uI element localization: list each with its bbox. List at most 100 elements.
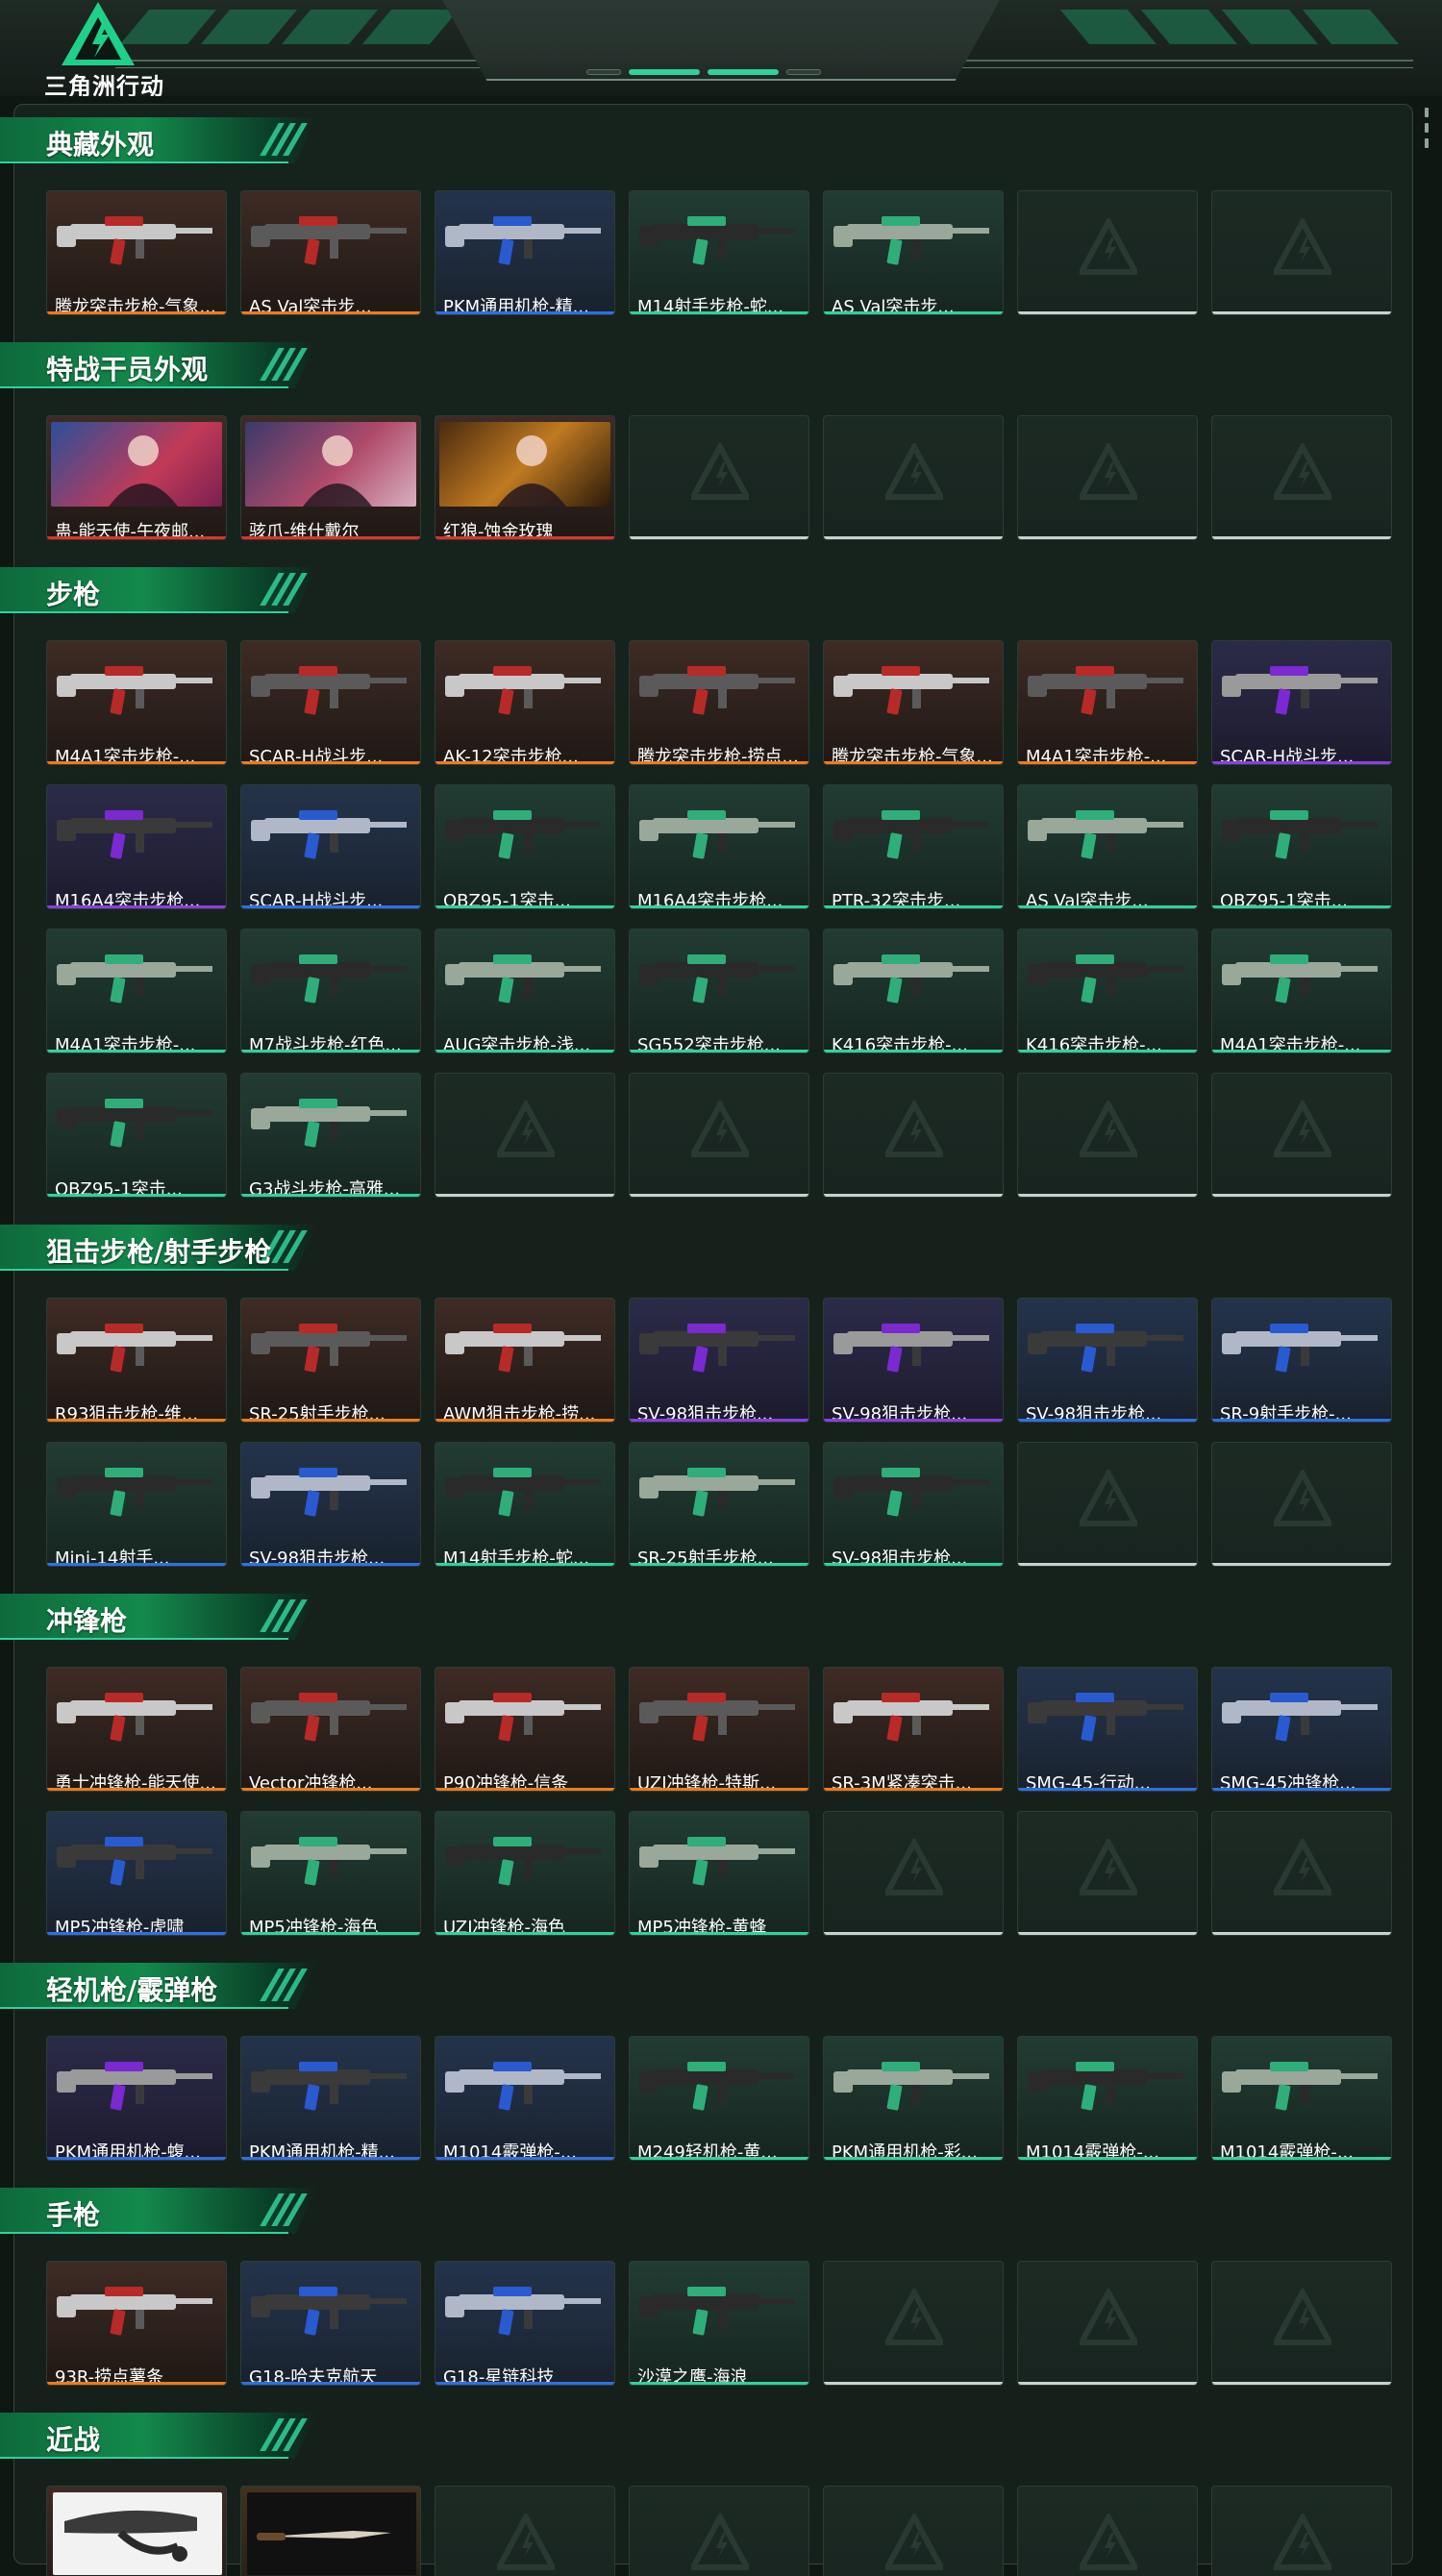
skin-card[interactable]: G3战斗步枪-高雅... bbox=[240, 1073, 421, 1198]
rarity-bar bbox=[1018, 311, 1197, 314]
skin-card[interactable]: SR-3M紧凑突击... bbox=[823, 1667, 1004, 1792]
skin-card[interactable]: AS Val突击步... bbox=[823, 190, 1004, 315]
skin-card[interactable]: 勇士冲锋枪-能天使... bbox=[46, 1667, 227, 1792]
skin-card[interactable]: 沙漠之鹰-海浪 bbox=[629, 2261, 809, 2386]
skin-card[interactable]: SCAR-H战斗步... bbox=[240, 784, 421, 909]
skin-card[interactable]: M16A4突击步枪... bbox=[46, 784, 227, 909]
skin-card[interactable]: AK-12突击步枪... bbox=[435, 640, 615, 765]
skin-card[interactable]: M1014霰弹枪-... bbox=[1211, 2036, 1392, 2161]
skin-card[interactable]: M7战斗步枪-红色... bbox=[240, 929, 421, 1053]
skin-card[interactable]: SG552突击步枪... bbox=[629, 929, 809, 1053]
skin-card[interactable]: Mini-14射手... bbox=[46, 1442, 227, 1567]
skin-card[interactable]: 93R-捞点薯条 bbox=[46, 2261, 227, 2386]
rarity-bar bbox=[47, 2382, 226, 2385]
skin-card[interactable]: SMG-45冲锋枪... bbox=[1211, 1667, 1392, 1792]
section-header-slashes bbox=[260, 348, 308, 381]
watermark-logo-icon bbox=[1274, 1101, 1331, 1157]
skin-card[interactable]: UZI冲锋枪-特斯... bbox=[629, 1667, 809, 1792]
skin-card[interactable]: M4A1突击步枪-... bbox=[1017, 640, 1198, 765]
rarity-bar bbox=[630, 1050, 808, 1053]
skin-card[interactable]: M1014霰弹枪-... bbox=[435, 2036, 615, 2161]
skin-card[interactable]: M14射手步枪-蛇... bbox=[435, 1442, 615, 1567]
skin-card[interactable]: SV-98狙击步枪... bbox=[629, 1298, 809, 1423]
skin-card[interactable]: AS Val突击步... bbox=[1017, 784, 1198, 909]
skin-card[interactable]: 蛊-能天使-午夜邮... bbox=[46, 415, 227, 540]
skin-card[interactable]: QBZ95-1突击... bbox=[46, 1073, 227, 1198]
weapon-skin-image bbox=[1222, 954, 1378, 1003]
skin-card[interactable]: 骇爪-维什戴尔 bbox=[240, 415, 421, 540]
skin-card[interactable]: Vector冲锋枪... bbox=[240, 1667, 421, 1792]
skin-card[interactable]: SV-98狙击步枪... bbox=[823, 1442, 1004, 1567]
rarity-bar bbox=[1018, 905, 1197, 908]
rarity-bar bbox=[47, 1563, 226, 1566]
skin-card[interactable]: M4A1突击步枪-... bbox=[46, 640, 227, 765]
skin-card[interactable]: MP5冲锋枪-黄蜂 bbox=[629, 1811, 809, 1936]
skin-card[interactable]: 腾龙突击步枪-气象... bbox=[823, 640, 1004, 765]
skin-card[interactable]: UZI冲锋枪-海色 bbox=[435, 1811, 615, 1936]
rarity-bar bbox=[1212, 2157, 1391, 2160]
watermark-logo-icon bbox=[691, 443, 749, 500]
skin-card[interactable]: M1014霰弹枪-... bbox=[1017, 2036, 1198, 2161]
skin-card[interactable]: 黑鹰 bbox=[240, 2486, 421, 2576]
skin-card[interactable]: MP5冲锋枪-虎啸 bbox=[46, 1811, 227, 1936]
section-header-underline bbox=[0, 2457, 288, 2459]
skin-card[interactable]: K416突击步枪-... bbox=[823, 929, 1004, 1053]
skin-card[interactable]: P90冲锋枪-信条 bbox=[435, 1667, 615, 1792]
skin-card[interactable]: AUG突击步枪-浅... bbox=[435, 929, 615, 1053]
weapon-skin-image bbox=[445, 1468, 601, 1517]
skin-card[interactable]: AS Val突击步... bbox=[240, 190, 421, 315]
weapon-skin-image bbox=[639, 810, 795, 859]
skin-card[interactable]: 腾龙突击步枪-气象... bbox=[46, 190, 227, 315]
skin-card[interactable]: QBZ95-1突击... bbox=[1211, 784, 1392, 909]
skin-card[interactable]: PKM通用机枪-彩... bbox=[823, 2036, 1004, 2161]
rarity-bar bbox=[47, 2157, 226, 2160]
skin-card[interactable]: K416突击步枪-... bbox=[1017, 929, 1198, 1053]
skin-card[interactable]: 腾龙突击步枪-捞点... bbox=[629, 640, 809, 765]
skin-card[interactable]: AWM狙击步枪-捞... bbox=[435, 1298, 615, 1423]
scrollbar-handle[interactable] bbox=[1425, 108, 1430, 148]
rarity-bar bbox=[241, 1788, 420, 1791]
weapon-skin-image bbox=[251, 1693, 407, 1742]
skin-card[interactable]: 近战-信条 bbox=[46, 2486, 227, 2576]
skin-card[interactable]: G18-哈夫克航天 bbox=[240, 2261, 421, 2386]
section-title: 近战 bbox=[46, 2424, 101, 2456]
section-header-underline bbox=[0, 611, 288, 613]
operator-portrait bbox=[51, 422, 222, 507]
weapon-skin-image bbox=[639, 954, 795, 1003]
skin-card[interactable]: PKM通用机枪-蝮... bbox=[46, 2036, 227, 2161]
skin-card[interactable]: PKM通用机枪-精... bbox=[240, 2036, 421, 2161]
skin-card[interactable]: M14射手步枪-蛇... bbox=[629, 190, 809, 315]
skin-card[interactable]: SCAR-H战斗步... bbox=[240, 640, 421, 765]
skin-card[interactable]: SCAR-H战斗步... bbox=[1211, 640, 1392, 765]
empty-slot bbox=[1017, 415, 1198, 540]
skin-card[interactable]: R93狙击步枪-维... bbox=[46, 1298, 227, 1423]
empty-slot bbox=[1211, 1811, 1392, 1936]
skin-card[interactable]: M249轻机枪-黄... bbox=[629, 2036, 809, 2161]
skin-card[interactable]: PKM通用机枪-精... bbox=[435, 190, 615, 315]
skin-card[interactable]: SV-98狙击步枪... bbox=[240, 1442, 421, 1567]
skin-card[interactable]: SR-25射手步枪... bbox=[240, 1298, 421, 1423]
rarity-bar bbox=[435, 1788, 614, 1791]
rarity-bar bbox=[630, 536, 808, 539]
section-header: 步枪 bbox=[0, 567, 317, 613]
rarity-bar bbox=[824, 1194, 1003, 1197]
skin-card[interactable]: SR-9射手步枪-... bbox=[1211, 1298, 1392, 1423]
skin-card[interactable]: PTR-32突击步... bbox=[823, 784, 1004, 909]
skin-card[interactable]: 红狼-蚀金玫瑰 bbox=[435, 415, 615, 540]
skin-card[interactable]: M16A4突击步枪... bbox=[629, 784, 809, 909]
skin-card[interactable]: M4A1突击步枪-... bbox=[1211, 929, 1392, 1053]
rarity-bar bbox=[47, 1419, 226, 1422]
rarity-bar bbox=[630, 1194, 808, 1197]
skin-card[interactable]: SV-98狙击步枪... bbox=[1017, 1298, 1198, 1423]
skin-card[interactable]: SV-98狙击步枪... bbox=[823, 1298, 1004, 1423]
skin-card[interactable]: QBZ95-1突击... bbox=[435, 784, 615, 909]
skin-card[interactable]: M4A1突击步枪-... bbox=[46, 929, 227, 1053]
skin-card[interactable]: MP5冲锋枪-海色 bbox=[240, 1811, 421, 1936]
watermark-logo-icon bbox=[1080, 1470, 1137, 1526]
skin-card[interactable]: SMG-45-行动... bbox=[1017, 1667, 1198, 1792]
skin-card[interactable]: G18-星链科技 bbox=[435, 2261, 615, 2386]
watermark-logo-icon bbox=[1080, 1101, 1137, 1157]
rarity-bar bbox=[435, 1563, 614, 1566]
weapon-skin-image bbox=[251, 2287, 407, 2336]
skin-card[interactable]: SR-25射手步枪... bbox=[629, 1442, 809, 1567]
